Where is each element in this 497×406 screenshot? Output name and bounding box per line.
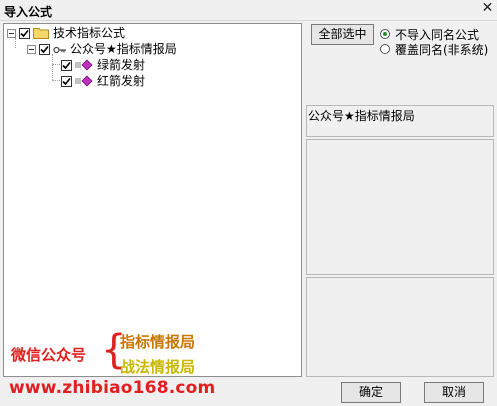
cancel-button[interactable]: 取消 bbox=[424, 382, 484, 403]
select-all-button[interactable]: 全部选中 bbox=[311, 24, 374, 45]
tree-item[interactable]: 红箭发射 bbox=[61, 73, 145, 89]
item-checkbox[interactable] bbox=[61, 59, 72, 71]
tree-item-label: 绿箭发射 bbox=[97, 58, 146, 72]
option-label: 覆盖同名(非系统) bbox=[395, 42, 489, 57]
tree-node-group[interactable]: 公众号★指标情报局 bbox=[27, 41, 177, 57]
watermark-line1: 指标情报局 bbox=[120, 333, 196, 351]
folder-icon bbox=[33, 27, 49, 39]
option-skip-duplicates[interactable]: 不导入同名公式 bbox=[380, 27, 479, 42]
tree-group-label: 公众号★指标情报局 bbox=[70, 42, 177, 56]
formula-tree[interactable]: 技术指标公式 公众号★指标情报局 绿箭发射 红箭发射 bbox=[3, 23, 302, 377]
group-checkbox[interactable] bbox=[39, 43, 50, 55]
tree-root-label: 技术指标公式 bbox=[53, 26, 126, 40]
radio-icon[interactable] bbox=[380, 29, 390, 39]
item-checkbox[interactable] bbox=[61, 75, 72, 87]
tree-item-label: 红箭发射 bbox=[97, 74, 146, 88]
key-icon bbox=[53, 44, 67, 54]
root-checkbox[interactable] bbox=[19, 27, 30, 39]
formula-name-box: 公众号★指标情报局 bbox=[306, 105, 494, 137]
formula-name: 公众号★指标情报局 bbox=[308, 109, 415, 123]
title-bar: 导入公式 ✕ bbox=[0, 0, 497, 21]
radio-icon[interactable] bbox=[380, 44, 390, 54]
collapse-icon[interactable] bbox=[7, 28, 16, 38]
option-overwrite-duplicates[interactable]: 覆盖同名(非系统) bbox=[380, 42, 489, 57]
tree-node-root[interactable]: 技术指标公式 bbox=[7, 25, 125, 41]
watermark-line2: 战法情报局 bbox=[120, 358, 196, 376]
ok-button[interactable]: 确定 bbox=[341, 382, 401, 403]
window-title: 导入公式 bbox=[4, 5, 53, 19]
formula-icon bbox=[75, 59, 93, 71]
formula-icon bbox=[75, 75, 93, 87]
watermark-prefix: 微信公众号 bbox=[11, 346, 87, 364]
close-icon[interactable]: ✕ bbox=[480, 1, 495, 16]
tree-item[interactable]: 绿箭发射 bbox=[61, 57, 145, 73]
formula-description-box bbox=[306, 139, 494, 275]
formula-detail-box bbox=[306, 277, 494, 377]
collapse-icon[interactable] bbox=[27, 44, 36, 54]
watermark-url: www.zhibiao168.com bbox=[9, 378, 216, 398]
